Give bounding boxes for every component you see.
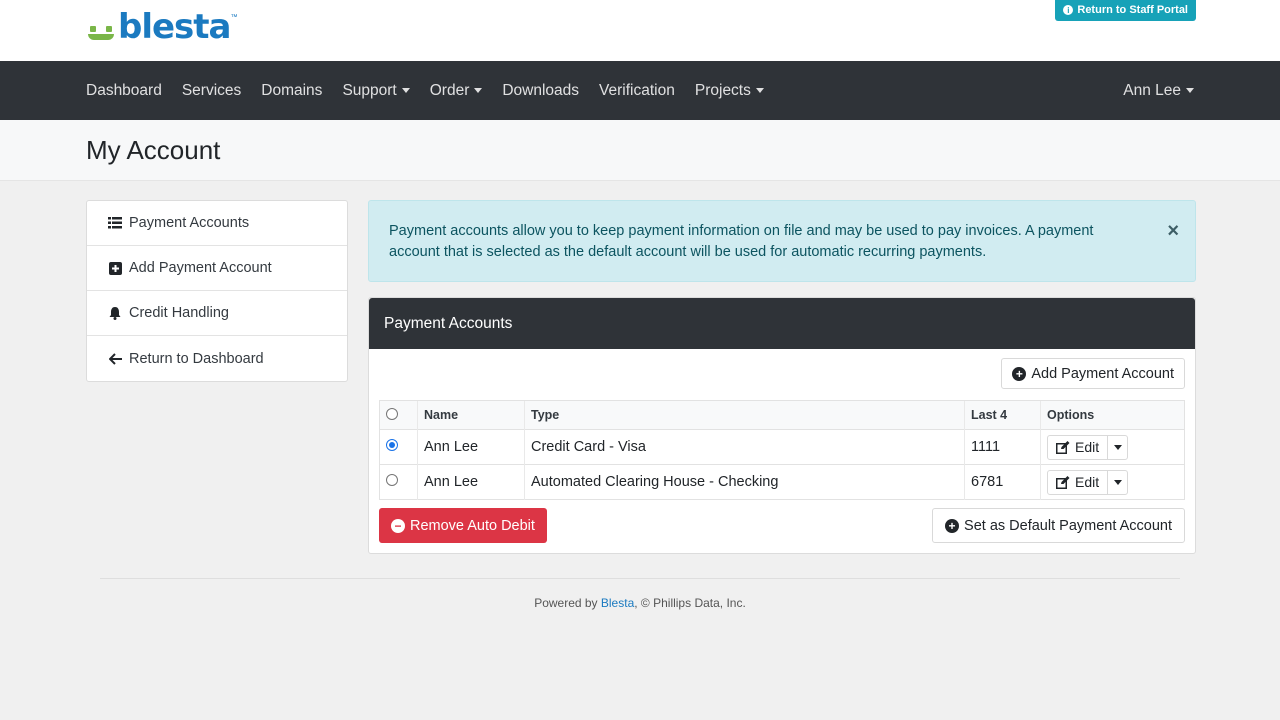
sidebar-item-label: Add Payment Account	[129, 260, 272, 276]
list-icon	[108, 217, 122, 229]
cell-last4: 1111	[964, 429, 1041, 465]
nav-item-domains[interactable]: Domains	[261, 82, 322, 100]
add-payment-account-button[interactable]: + Add Payment Account	[1001, 358, 1185, 389]
logo-smile-icon	[86, 18, 116, 44]
edit-dropdown-toggle[interactable]	[1108, 436, 1127, 459]
sidebar-item-payment-accounts[interactable]: Payment Accounts	[87, 201, 347, 246]
cell-type: Automated Clearing House - Checking	[524, 464, 965, 500]
close-icon[interactable]: ×	[1167, 221, 1179, 241]
table-row: Ann Lee Automated Clearing House - Check…	[379, 464, 1185, 500]
edit-icon	[1056, 440, 1070, 454]
footer-divider	[100, 578, 1180, 579]
payment-accounts-card: Payment Accounts + Add Payment Account N…	[368, 297, 1196, 554]
footer: Powered by Blesta, © Phillips Data, Inc.	[0, 596, 1280, 610]
remove-auto-debit-button[interactable]: − Remove Auto Debit	[379, 508, 547, 543]
cell-options: Edit	[1040, 429, 1185, 465]
page-title-bar: My Account	[0, 120, 1280, 181]
cell-name: Ann Lee	[417, 464, 525, 500]
info-alert: Payment accounts allow you to keep payme…	[368, 200, 1196, 282]
row-select-radio[interactable]	[386, 474, 398, 486]
caret-down-icon	[1186, 88, 1194, 93]
sidebar-item-label: Payment Accounts	[129, 215, 250, 231]
caret-down-icon	[474, 88, 483, 93]
return-to-staff-portal-button[interactable]: i Return to Staff Portal	[1055, 0, 1196, 21]
minus-circle-icon: −	[391, 518, 405, 533]
select-all-radio[interactable]	[386, 407, 398, 420]
table-header-row: Name Type Last 4 Options	[379, 400, 1185, 430]
footer-suffix: , © Phillips Data, Inc.	[634, 596, 746, 610]
arrow-left-icon	[108, 352, 122, 365]
caret-down-icon	[1113, 479, 1122, 485]
card-title: Payment Accounts	[384, 314, 513, 332]
add-payment-account-label: Add Payment Account	[1031, 365, 1174, 382]
alert-text: Payment accounts allow you to keep payme…	[389, 223, 1094, 260]
plus-square-icon	[108, 261, 122, 275]
edit-button[interactable]: Edit	[1048, 435, 1109, 459]
column-header-options: Options	[1040, 400, 1185, 430]
plus-circle-icon: +	[945, 518, 960, 533]
edit-button[interactable]: Edit	[1048, 470, 1109, 494]
sidebar-item-label: Return to Dashboard	[129, 350, 264, 367]
payment-accounts-table: Name Type Last 4 Options Ann Lee Credit …	[379, 400, 1185, 500]
card-header: Payment Accounts	[369, 298, 1195, 349]
select-all-cell	[379, 400, 418, 430]
info-icon: i	[1063, 5, 1074, 15]
caret-down-icon	[755, 88, 764, 93]
caret-down-icon	[401, 88, 410, 93]
edit-label: Edit	[1075, 439, 1100, 455]
edit-label: Edit	[1075, 474, 1100, 490]
nav-item-projects[interactable]: Projects	[695, 82, 764, 100]
table-row: Ann Lee Credit Card - Visa 1111 Edit	[379, 429, 1185, 465]
sidebar-item-credit-handling[interactable]: Credit Handling	[87, 291, 347, 336]
nav-item-order[interactable]: Order	[430, 82, 483, 100]
nav-item-services[interactable]: Services	[182, 82, 241, 100]
column-header-last4: Last 4	[964, 400, 1041, 430]
sidebar-item-return-to-dashboard[interactable]: Return to Dashboard	[87, 336, 347, 381]
nav-item-verification[interactable]: Verification	[599, 82, 675, 100]
edit-button-group: Edit	[1047, 469, 1129, 495]
user-menu[interactable]: Ann Lee	[1123, 82, 1194, 100]
plus-circle-icon: +	[1012, 366, 1027, 381]
logo-text: blesta	[118, 7, 231, 47]
row-select-radio[interactable]	[386, 439, 398, 451]
blesta-logo[interactable]: blesta ™	[86, 10, 238, 44]
nav-item-downloads[interactable]: Downloads	[502, 82, 579, 100]
column-header-name: Name	[417, 400, 525, 430]
nav-item-dashboard[interactable]: Dashboard	[86, 82, 162, 100]
set-default-payment-account-button[interactable]: + Set as Default Payment Account	[932, 508, 1185, 543]
cell-options: Edit	[1040, 464, 1185, 500]
sidebar-item-label: Credit Handling	[129, 305, 229, 321]
logo-trademark: ™	[230, 14, 238, 21]
account-sidebar: Payment Accounts Add Payment Account Cre…	[86, 200, 348, 382]
cell-type: Credit Card - Visa	[524, 429, 965, 465]
footer-blesta-link[interactable]: Blesta	[601, 596, 634, 610]
page-title: My Account	[86, 134, 221, 165]
edit-button-group: Edit	[1047, 434, 1129, 460]
staff-portal-label: Return to Staff Portal	[1077, 4, 1188, 16]
top-bar: blesta ™ i Return to Staff Portal	[0, 0, 1280, 61]
edit-dropdown-toggle[interactable]	[1108, 471, 1127, 494]
sidebar-item-add-payment-account[interactable]: Add Payment Account	[87, 246, 347, 291]
column-header-type: Type	[524, 400, 965, 430]
nav-item-support[interactable]: Support	[342, 82, 410, 100]
set-default-label: Set as Default Payment Account	[964, 517, 1172, 534]
cell-last4: 6781	[964, 464, 1041, 500]
footer-prefix: Powered by	[534, 596, 601, 610]
remove-auto-debit-label: Remove Auto Debit	[410, 517, 535, 534]
cell-name: Ann Lee	[417, 429, 525, 465]
main-navbar: Dashboard Services Domains Support Order…	[0, 61, 1280, 120]
edit-icon	[1056, 475, 1070, 489]
bell-icon	[108, 306, 122, 320]
caret-down-icon	[1113, 444, 1122, 450]
